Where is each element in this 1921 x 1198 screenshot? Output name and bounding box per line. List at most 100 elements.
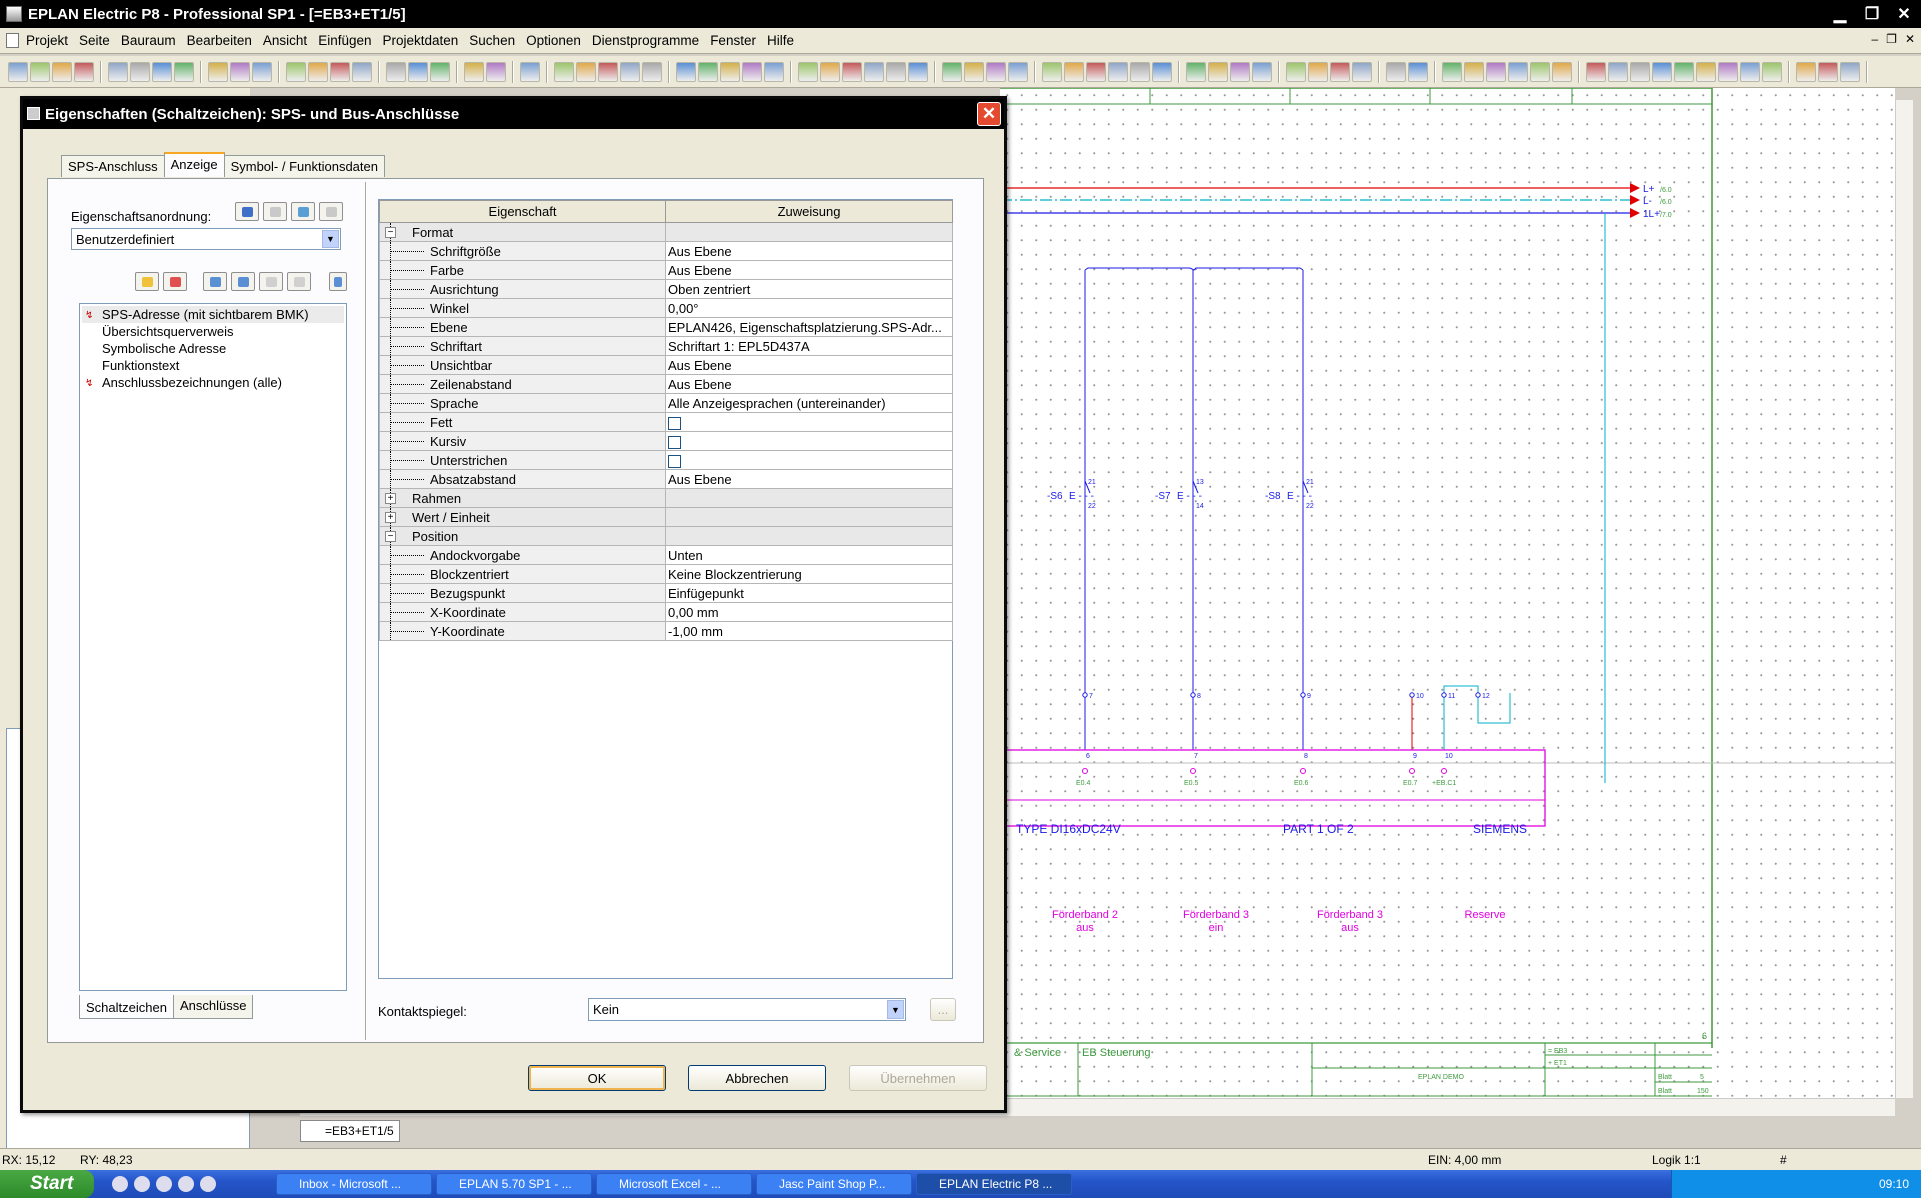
toolbar-button-icon[interactable] [1464, 61, 1484, 82]
menu-fenster[interactable]: Fenster [710, 33, 756, 48]
toolbar-button-icon[interactable] [386, 61, 406, 82]
property-row[interactable]: Kursiv [379, 431, 953, 451]
property-row[interactable]: Sprache Alle Anzeigesprachen (untereinand… [379, 393, 953, 413]
toolbar-button-icon[interactable] [1796, 61, 1816, 82]
property-row[interactable]: Absatzabstand Aus Ebene [379, 469, 953, 489]
move-down-button[interactable] [231, 272, 255, 291]
property-row[interactable]: Unterstrichen [379, 450, 953, 470]
property-value[interactable]: Aus Ebene [665, 241, 953, 261]
menu-hilfe[interactable]: Hilfe [767, 33, 794, 48]
expand-icon[interactable]: + [385, 493, 396, 504]
toolbar-button-icon[interactable] [1486, 61, 1506, 82]
toolbar-button-icon[interactable] [464, 61, 484, 82]
toolbar-button-icon[interactable] [330, 61, 350, 82]
remove-property-button[interactable] [163, 272, 187, 291]
property-row[interactable]: Blockzentriert Keine Blockzentrierung [379, 564, 953, 584]
new-property-button[interactable] [135, 272, 159, 291]
tab-anschluesse[interactable]: Anschlüsse [172, 995, 254, 1019]
toolbar-button-icon[interactable] [1840, 61, 1860, 82]
firefox-icon[interactable] [156, 1176, 172, 1192]
property-value[interactable] [665, 488, 953, 508]
toolbar-button-icon[interactable] [1008, 61, 1028, 82]
property-row[interactable]: Unsichtbar Aus Ebene [379, 355, 953, 375]
toolbar-button-icon[interactable] [764, 61, 784, 82]
property-value[interactable]: Oben zentriert [665, 279, 953, 299]
property-value[interactable]: Aus Ebene [665, 355, 953, 375]
dialog-close-button[interactable]: ✕ [977, 102, 1001, 126]
menu-bearbeiten[interactable]: Bearbeiten [187, 33, 252, 48]
toolbar-button-icon[interactable] [964, 61, 984, 82]
toolbar-button-icon[interactable] [1352, 61, 1372, 82]
tree-item[interactable]: ↯ SPS-Adresse (mit sichtbarem BMK) [82, 306, 344, 323]
toolbar-button-icon[interactable] [352, 61, 372, 82]
toolbar-button-icon[interactable] [1552, 61, 1572, 82]
property-tree[interactable]: ↯ SPS-Adresse (mit sichtbarem BMK) Übersi… [79, 303, 347, 991]
anchor-button[interactable] [287, 272, 311, 291]
property-row[interactable]: − Format [379, 222, 953, 242]
toolbar-button-icon[interactable] [8, 61, 28, 82]
toolbar-button-icon[interactable] [308, 61, 328, 82]
toolbar-button-icon[interactable] [842, 61, 862, 82]
toolbar-button-icon[interactable] [1408, 61, 1428, 82]
property-row[interactable]: + Rahmen [379, 488, 953, 508]
menu-optionen[interactable]: Optionen [526, 33, 581, 48]
toolbar-button-icon[interactable] [620, 61, 640, 82]
menu-dienstprogramme[interactable]: Dienstprogramme [592, 33, 699, 48]
canvas-vertical-scrollbar[interactable] [1895, 100, 1913, 1098]
toolbar-button-icon[interactable] [1718, 61, 1738, 82]
toolbar-button-icon[interactable] [430, 61, 450, 82]
import-arrangement-button[interactable] [291, 202, 315, 221]
property-value[interactable] [665, 431, 953, 451]
toolbar-button-icon[interactable] [1630, 61, 1650, 82]
checkbox[interactable] [668, 435, 681, 449]
delete-arrangement-button[interactable] [263, 202, 287, 221]
toolbar-button-icon[interactable] [108, 61, 128, 82]
mdi-restore-icon[interactable]: ❐ [1886, 32, 1897, 46]
close-icon[interactable]: ✕ [1891, 3, 1917, 25]
toolbar-button-icon[interactable] [598, 61, 618, 82]
property-value[interactable]: 0,00° [665, 298, 953, 318]
menu-einfuegen[interactable]: Einfügen [318, 33, 371, 48]
minimize-icon[interactable]: ▁ [1827, 3, 1853, 25]
document-icon[interactable] [6, 33, 19, 48]
toolbar-button-icon[interactable] [520, 61, 540, 82]
move-up-button[interactable] [203, 272, 227, 291]
toolbar-button-icon[interactable] [486, 61, 506, 82]
mdi-minimize-icon[interactable]: – [1871, 32, 1878, 46]
toolbar-button-icon[interactable] [1608, 61, 1628, 82]
toolbar-button-icon[interactable] [1740, 61, 1760, 82]
menu-projektdaten[interactable]: Projektdaten [382, 33, 458, 48]
task-paintshop[interactable]: Jasc Paint Shop P... [756, 1173, 912, 1195]
toolbar-button-icon[interactable] [1130, 61, 1150, 82]
toolbar-button-icon[interactable] [1108, 61, 1128, 82]
checkbox[interactable] [668, 454, 681, 468]
column-header-property[interactable]: Eigenschaft [379, 200, 666, 223]
property-row[interactable]: − Position [379, 526, 953, 546]
start-button[interactable]: Start [0, 1170, 94, 1198]
outlook-icon[interactable] [134, 1176, 150, 1192]
toolbar-button-icon[interactable] [642, 61, 662, 82]
checkbox[interactable] [668, 416, 681, 430]
property-value[interactable]: -1,00 mm [665, 621, 953, 641]
tab-sps-anschluss[interactable]: SPS-Anschluss [61, 155, 165, 177]
menu-ansicht[interactable]: Ansicht [263, 33, 307, 48]
property-value[interactable]: Unten [665, 545, 953, 565]
toolbar-button-icon[interactable] [886, 61, 906, 82]
contact-mirror-more-button[interactable]: ... [930, 998, 956, 1021]
toolbar-button-icon[interactable] [1586, 61, 1606, 82]
toolbar-button-icon[interactable] [1042, 61, 1062, 82]
toolbar-button-icon[interactable] [676, 61, 696, 82]
property-row[interactable]: Ebene EPLAN426, Eigenschaftsplatzierung.S… [379, 317, 953, 337]
toolbar-button-icon[interactable] [1818, 61, 1838, 82]
toolbar-button-icon[interactable] [576, 61, 596, 82]
tree-item[interactable]: Übersichtsquerverweis [82, 323, 344, 340]
property-row[interactable]: Zeilenabstand Aus Ebene [379, 374, 953, 394]
property-row[interactable]: Farbe Aus Ebene [379, 260, 953, 280]
page-tab[interactable]: =EB3+ET1/5 [300, 1120, 400, 1142]
toolbar-button-icon[interactable] [30, 61, 50, 82]
restore-icon[interactable]: ❐ [1859, 3, 1885, 25]
property-value[interactable]: Einfügepunkt [665, 583, 953, 603]
tree-item[interactable]: Symbolische Adresse [82, 340, 344, 357]
property-row[interactable]: Bezugspunkt Einfügepunkt [379, 583, 953, 603]
toolbar-button-icon[interactable] [208, 61, 228, 82]
